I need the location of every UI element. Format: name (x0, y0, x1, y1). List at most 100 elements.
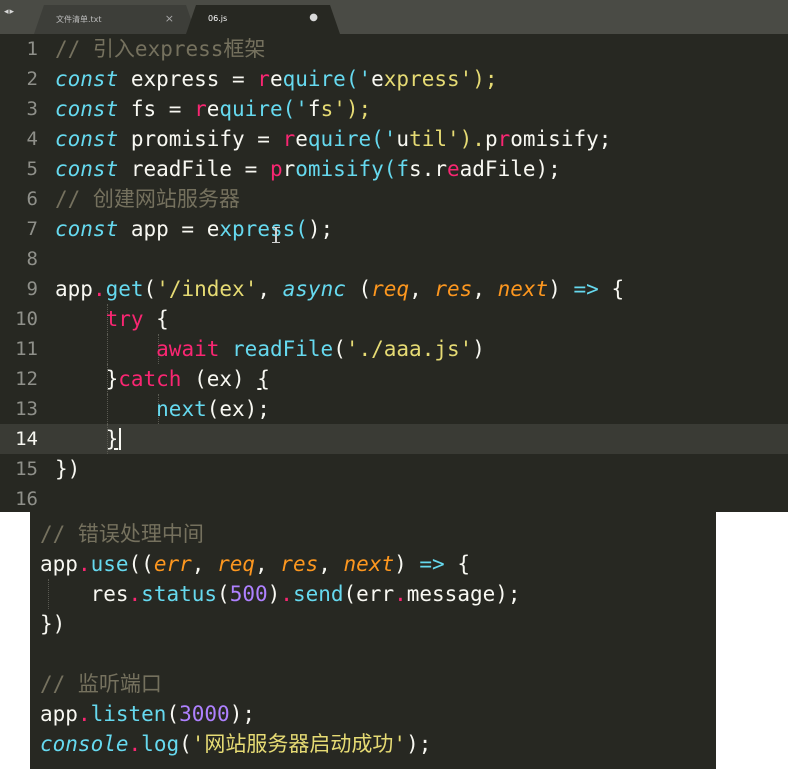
line-text: } (55, 424, 122, 454)
code-token: p (269, 157, 283, 181)
code-token: . (394, 582, 407, 606)
unsaved-dot-icon[interactable]: ● (309, 12, 318, 23)
tab-nav-arrows-icon[interactable]: ◂▸ (4, 7, 15, 17)
code-token: s'); (320, 97, 372, 121)
code-token: next (497, 277, 549, 301)
code-token: quire(' (282, 67, 372, 91)
code-token: async (282, 277, 346, 301)
tab-06-js[interactable]: 06.js ● (186, 5, 340, 34)
snippet-line: console.log('网站服务器启动成功'); (40, 729, 521, 759)
code-line[interactable]: 12 }catch (ex) { (0, 364, 788, 394)
code-token: quire(' (307, 127, 397, 151)
snippet-line: // 监听端口 (40, 669, 521, 699)
line-number: 1 (26, 38, 38, 60)
line-number: 16 (15, 488, 38, 510)
code-token: . (92, 277, 106, 301)
code-line[interactable]: 4 const promisify = require('util').promi… (0, 124, 788, 154)
code-token: listen (90, 702, 167, 726)
code-line[interactable]: 11 await readFile('./aaa.js') (0, 334, 788, 364)
code-line[interactable]: 16 (0, 484, 788, 512)
code-token: send (292, 582, 344, 606)
code-token: const (55, 67, 119, 91)
line-number: 15 (15, 458, 38, 480)
code-line[interactable]: 13 next(ex); (0, 394, 788, 424)
code-line[interactable]: 3 const fs = require('fs'); (0, 94, 788, 124)
code-token: r (282, 127, 296, 151)
line-text: const promisify = require('util').promis… (55, 127, 612, 151)
code-token: omisify(f (295, 157, 410, 181)
line-number: 4 (26, 128, 38, 150)
line-text: // 创建网站服务器 (55, 184, 240, 214)
code-line[interactable]: 10 try { (0, 304, 788, 334)
code-line[interactable]: 2 const express = require('express'); (0, 64, 788, 94)
line-text: console.log('网站服务器启动成功'); (40, 732, 432, 756)
code-editor[interactable]: ◂▸ 文件清单.txt × 06.js ● 1 // 引入express框架 2 co… (0, 0, 788, 512)
code-line[interactable]: 6 // 创建网站服务器 (0, 184, 788, 214)
code-token: // 创建网站服务器 (55, 187, 240, 211)
snippet-line (40, 639, 521, 669)
line-text: try { (105, 307, 169, 331)
code-token: err (153, 552, 192, 576)
line-text: // 引入express框架 (55, 34, 265, 64)
line-number: 5 (26, 158, 38, 180)
code-token: quire(' (219, 97, 308, 121)
close-icon[interactable]: × (165, 12, 174, 25)
line-text: const express = require('express'); (55, 67, 498, 91)
line-text: app.listen(3000); (40, 702, 255, 726)
code-token: console (40, 732, 129, 756)
line-text: const readFile = promisify(fs.readFile); (55, 157, 561, 181)
code-line[interactable]: 7 const app = express(); (0, 214, 788, 244)
tab-file-list[interactable]: 文件清单.txt × (34, 5, 196, 34)
code-token: e (446, 157, 460, 181)
code-token: 3000 (179, 702, 230, 726)
code-token: await (156, 337, 220, 361)
code-token: res (280, 552, 319, 576)
snippet-line: res.status(500).send(err.message); (40, 579, 521, 609)
code-token: '/index' (156, 277, 258, 301)
code-token: use (90, 552, 129, 576)
code-line[interactable]: 1 // 引入express框架 (0, 34, 788, 64)
code-token: . (128, 732, 142, 756)
code-token: readFile (232, 337, 334, 361)
code-token: r (194, 97, 207, 121)
code-token: next (343, 552, 395, 576)
code-line[interactable]: 9 app.get('/index', async (req, res, next… (0, 274, 788, 304)
code-line[interactable]: 14 } (0, 424, 788, 454)
tab-label: 文件清单.txt (56, 15, 102, 24)
indent-guide (48, 579, 49, 609)
line-number: 13 (15, 398, 38, 420)
code-token: . (77, 552, 91, 576)
line-number: 10 (15, 308, 38, 330)
line-number: 12 (15, 368, 38, 390)
snippet-line: app.listen(3000); (40, 699, 521, 729)
code-area[interactable]: 1 // 引入express框架 2 const express = require(… (0, 34, 788, 512)
code-token: const (55, 217, 119, 241)
code-token: // 错误处理中间 (40, 522, 204, 546)
code-token: get (105, 277, 144, 301)
code-token: // 监听端口 (40, 672, 162, 696)
line-number: 3 (26, 98, 38, 120)
code-line[interactable]: 8 (0, 244, 788, 274)
code-token: './aaa.js' (345, 337, 473, 361)
line-number: 9 (26, 278, 38, 300)
code-snippet-overlay: // 错误处理中间 app.use((err, req, res, next) =… (30, 512, 716, 769)
line-number: 2 (26, 68, 38, 90)
code-token: res (434, 277, 473, 301)
code-token: const (55, 127, 119, 151)
code-token: const (55, 157, 119, 181)
code-line[interactable]: 5 const readFile = promisify(fs.readFile)… (0, 154, 788, 184)
line-text: // 错误处理中间 (40, 522, 204, 546)
line-text: res.status(500).send(err.message); (40, 582, 521, 606)
line-text: app.get('/index', async (req, res, next)… (55, 277, 625, 301)
text-cursor-icon (272, 227, 280, 243)
line-text: }) (55, 457, 81, 481)
line-text: const fs = require('fs'); (55, 97, 372, 121)
snippet-code: // 错误处理中间 app.use((err, req, res, next) =… (40, 519, 521, 759)
code-token: // 引入express框架 (55, 37, 266, 61)
line-text: const app = express(); (55, 217, 334, 241)
line-text: next(ex); (156, 397, 270, 421)
line-text: }) (40, 612, 66, 636)
text-caret (119, 428, 122, 450)
code-line[interactable]: 15}) (0, 454, 788, 484)
